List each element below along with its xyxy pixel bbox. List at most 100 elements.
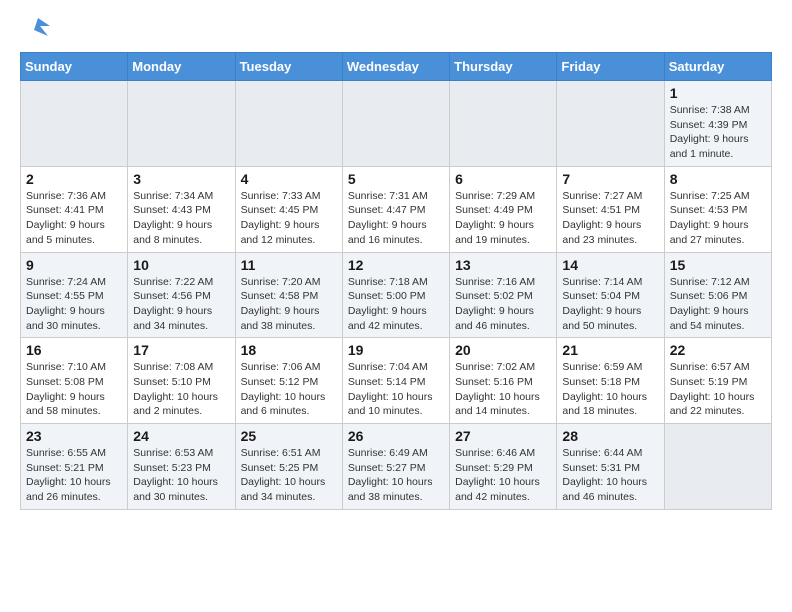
day-number: 10 <box>133 257 229 273</box>
calendar-cell <box>235 81 342 167</box>
day-number: 11 <box>241 257 337 273</box>
day-info: Sunrise: 7:02 AM Sunset: 5:16 PM Dayligh… <box>455 360 551 419</box>
calendar-cell <box>342 81 449 167</box>
header-friday: Friday <box>557 53 664 81</box>
day-info: Sunrise: 6:55 AM Sunset: 5:21 PM Dayligh… <box>26 446 122 505</box>
day-info: Sunrise: 6:49 AM Sunset: 5:27 PM Dayligh… <box>348 446 444 505</box>
calendar-cell: 3 Sunrise: 7:34 AM Sunset: 4:43 PM Daylig… <box>128 166 235 252</box>
week-row-3: 9 Sunrise: 7:24 AM Sunset: 4:55 PM Daylig… <box>21 252 772 338</box>
page: SundayMondayTuesdayWednesdayThursdayFrid… <box>0 0 792 526</box>
day-number: 22 <box>670 342 766 358</box>
calendar: SundayMondayTuesdayWednesdayThursdayFrid… <box>20 52 772 510</box>
calendar-cell: 7 Sunrise: 7:27 AM Sunset: 4:51 PM Daylig… <box>557 166 664 252</box>
calendar-cell: 12 Sunrise: 7:18 AM Sunset: 5:00 PM Dayli… <box>342 252 449 338</box>
calendar-cell: 24 Sunrise: 6:53 AM Sunset: 5:23 PM Dayli… <box>128 424 235 510</box>
day-info: Sunrise: 6:59 AM Sunset: 5:18 PM Dayligh… <box>562 360 658 419</box>
day-info: Sunrise: 7:36 AM Sunset: 4:41 PM Dayligh… <box>26 189 122 248</box>
day-info: Sunrise: 7:04 AM Sunset: 5:14 PM Dayligh… <box>348 360 444 419</box>
day-number: 28 <box>562 428 658 444</box>
day-number: 12 <box>348 257 444 273</box>
day-info: Sunrise: 7:16 AM Sunset: 5:02 PM Dayligh… <box>455 275 551 334</box>
calendar-cell: 5 Sunrise: 7:31 AM Sunset: 4:47 PM Daylig… <box>342 166 449 252</box>
day-number: 23 <box>26 428 122 444</box>
calendar-cell: 4Sunrise: 7:33 AM Sunset: 4:45 PM Daylig… <box>235 166 342 252</box>
day-info: Sunrise: 6:46 AM Sunset: 5:29 PM Dayligh… <box>455 446 551 505</box>
calendar-cell: 10 Sunrise: 7:22 AM Sunset: 4:56 PM Dayli… <box>128 252 235 338</box>
day-info: Sunrise: 7:10 AM Sunset: 5:08 PM Dayligh… <box>26 360 122 419</box>
day-number: 20 <box>455 342 551 358</box>
header <box>20 16 772 44</box>
day-info: Sunrise: 6:51 AM Sunset: 5:25 PM Dayligh… <box>241 446 337 505</box>
day-info: Sunrise: 7:31 AM Sunset: 4:47 PM Dayligh… <box>348 189 444 248</box>
day-number: 1 <box>670 85 766 101</box>
header-saturday: Saturday <box>664 53 771 81</box>
day-info: Sunrise: 7:38 AM Sunset: 4:39 PM Dayligh… <box>670 103 766 162</box>
day-number: 25 <box>241 428 337 444</box>
day-number: 6 <box>455 171 551 187</box>
day-info: Sunrise: 7:06 AM Sunset: 5:12 PM Dayligh… <box>241 360 337 419</box>
day-number: 27 <box>455 428 551 444</box>
calendar-cell: 8 Sunrise: 7:25 AM Sunset: 4:53 PM Daylig… <box>664 166 771 252</box>
day-number: 24 <box>133 428 229 444</box>
day-number: 7 <box>562 171 658 187</box>
calendar-cell: 19Sunrise: 7:04 AM Sunset: 5:14 PM Dayli… <box>342 338 449 424</box>
calendar-cell: 27 Sunrise: 6:46 AM Sunset: 5:29 PM Dayli… <box>450 424 557 510</box>
header-sunday: Sunday <box>21 53 128 81</box>
header-wednesday: Wednesday <box>342 53 449 81</box>
logo <box>20 16 54 44</box>
day-info: Sunrise: 7:12 AM Sunset: 5:06 PM Dayligh… <box>670 275 766 334</box>
calendar-cell: 21 Sunrise: 6:59 AM Sunset: 5:18 PM Dayli… <box>557 338 664 424</box>
day-number: 15 <box>670 257 766 273</box>
calendar-cell: 18Sunrise: 7:06 AM Sunset: 5:12 PM Dayli… <box>235 338 342 424</box>
header-tuesday: Tuesday <box>235 53 342 81</box>
day-info: Sunrise: 7:27 AM Sunset: 4:51 PM Dayligh… <box>562 189 658 248</box>
calendar-cell: 20 Sunrise: 7:02 AM Sunset: 5:16 PM Dayli… <box>450 338 557 424</box>
day-number: 4 <box>241 171 337 187</box>
day-number: 13 <box>455 257 551 273</box>
day-number: 21 <box>562 342 658 358</box>
logo-icon <box>20 16 50 44</box>
calendar-cell: 17 Sunrise: 7:08 AM Sunset: 5:10 PM Dayli… <box>128 338 235 424</box>
calendar-cell: 22 Sunrise: 6:57 AM Sunset: 5:19 PM Dayli… <box>664 338 771 424</box>
day-info: Sunrise: 7:29 AM Sunset: 4:49 PM Dayligh… <box>455 189 551 248</box>
calendar-cell <box>21 81 128 167</box>
calendar-cell: 25 Sunrise: 6:51 AM Sunset: 5:25 PM Dayli… <box>235 424 342 510</box>
calendar-cell: 1 Sunrise: 7:38 AM Sunset: 4:39 PM Daylig… <box>664 81 771 167</box>
week-row-1: 1 Sunrise: 7:38 AM Sunset: 4:39 PM Daylig… <box>21 81 772 167</box>
day-info: Sunrise: 7:24 AM Sunset: 4:55 PM Dayligh… <box>26 275 122 334</box>
day-number: 5 <box>348 171 444 187</box>
header-row: SundayMondayTuesdayWednesdayThursdayFrid… <box>21 53 772 81</box>
calendar-cell: 6 Sunrise: 7:29 AM Sunset: 4:49 PM Daylig… <box>450 166 557 252</box>
header-thursday: Thursday <box>450 53 557 81</box>
calendar-cell: 2 Sunrise: 7:36 AM Sunset: 4:41 PM Daylig… <box>21 166 128 252</box>
day-number: 8 <box>670 171 766 187</box>
calendar-cell: 28Sunrise: 6:44 AM Sunset: 5:31 PM Dayli… <box>557 424 664 510</box>
week-row-4: 16 Sunrise: 7:10 AM Sunset: 5:08 PM Dayli… <box>21 338 772 424</box>
calendar-cell: 11 Sunrise: 7:20 AM Sunset: 4:58 PM Dayli… <box>235 252 342 338</box>
day-info: Sunrise: 7:25 AM Sunset: 4:53 PM Dayligh… <box>670 189 766 248</box>
day-number: 3 <box>133 171 229 187</box>
day-info: Sunrise: 6:57 AM Sunset: 5:19 PM Dayligh… <box>670 360 766 419</box>
day-number: 9 <box>26 257 122 273</box>
calendar-cell <box>557 81 664 167</box>
header-monday: Monday <box>128 53 235 81</box>
day-info: Sunrise: 7:22 AM Sunset: 4:56 PM Dayligh… <box>133 275 229 334</box>
day-info: Sunrise: 7:08 AM Sunset: 5:10 PM Dayligh… <box>133 360 229 419</box>
day-info: Sunrise: 7:18 AM Sunset: 5:00 PM Dayligh… <box>348 275 444 334</box>
day-number: 2 <box>26 171 122 187</box>
day-number: 16 <box>26 342 122 358</box>
day-info: Sunrise: 7:34 AM Sunset: 4:43 PM Dayligh… <box>133 189 229 248</box>
day-info: Sunrise: 7:14 AM Sunset: 5:04 PM Dayligh… <box>562 275 658 334</box>
day-info: Sunrise: 7:20 AM Sunset: 4:58 PM Dayligh… <box>241 275 337 334</box>
calendar-cell <box>450 81 557 167</box>
calendar-cell: 14Sunrise: 7:14 AM Sunset: 5:04 PM Dayli… <box>557 252 664 338</box>
week-row-2: 2 Sunrise: 7:36 AM Sunset: 4:41 PM Daylig… <box>21 166 772 252</box>
calendar-cell <box>128 81 235 167</box>
calendar-cell: 23 Sunrise: 6:55 AM Sunset: 5:21 PM Dayli… <box>21 424 128 510</box>
calendar-cell: 9 Sunrise: 7:24 AM Sunset: 4:55 PM Daylig… <box>21 252 128 338</box>
day-number: 17 <box>133 342 229 358</box>
calendar-cell: 15 Sunrise: 7:12 AM Sunset: 5:06 PM Dayli… <box>664 252 771 338</box>
day-info: Sunrise: 6:53 AM Sunset: 5:23 PM Dayligh… <box>133 446 229 505</box>
day-number: 26 <box>348 428 444 444</box>
calendar-cell: 26 Sunrise: 6:49 AM Sunset: 5:27 PM Dayli… <box>342 424 449 510</box>
